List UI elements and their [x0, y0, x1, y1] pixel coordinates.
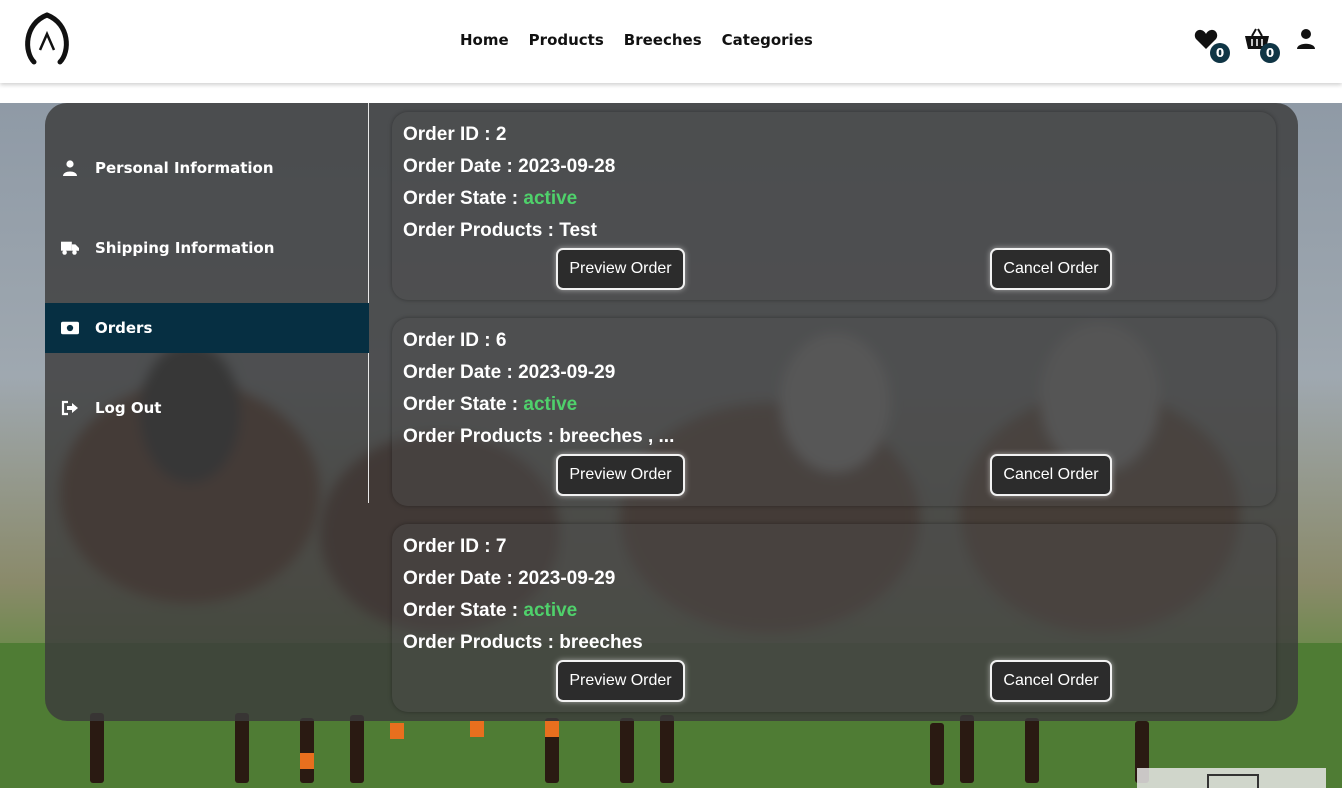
order-card: Order ID : 6 Order Date : 2023-09-29 Ord… — [392, 318, 1276, 506]
preview-order-button[interactable]: Preview Order — [556, 248, 685, 290]
user-icon — [1297, 29, 1315, 49]
order-card: Order ID : 2 Order Date : 2023-09-28 Ord… — [392, 112, 1276, 300]
horse-leg — [300, 718, 314, 783]
horse-sock — [470, 721, 484, 737]
sidebar-item-personal-information[interactable]: Personal Information — [45, 143, 369, 193]
nav-categories[interactable]: Categories — [722, 31, 813, 49]
horse-sock — [390, 723, 404, 739]
sidebar-item-orders[interactable]: Orders — [45, 303, 369, 353]
sidebar-item-label: Orders — [95, 319, 153, 337]
order-products: Order Products : breeches — [403, 632, 643, 653]
horse-leg — [90, 713, 104, 783]
sidebar-item-shipping-information[interactable]: Shipping Information — [45, 223, 369, 273]
nav-breeches[interactable]: Breeches — [624, 31, 702, 49]
order-id: Order ID : 6 — [403, 330, 507, 351]
nav-products[interactable]: Products — [529, 31, 604, 49]
order-state-prefix: Order State : — [403, 188, 524, 209]
sidebar-item-log-out[interactable]: Log Out — [45, 383, 369, 433]
cancel-order-button[interactable]: Cancel Order — [990, 454, 1112, 496]
preview-order-button[interactable]: Preview Order — [556, 454, 685, 496]
horse-leg — [660, 715, 674, 783]
order-state-value: active — [523, 600, 578, 621]
account-panel: Personal Information Shipping Informatio… — [45, 103, 1298, 721]
order-state-value: active — [523, 188, 578, 209]
nav-home[interactable]: Home — [460, 31, 509, 49]
horse-leg — [350, 715, 364, 783]
cancel-order-button[interactable]: Cancel Order — [990, 248, 1112, 290]
cart-count-badge: 0 — [1260, 43, 1280, 63]
order-id: Order ID : 2 — [403, 124, 507, 145]
preview-order-button[interactable]: Preview Order — [556, 660, 685, 702]
order-state-value: active — [523, 394, 578, 415]
site-header: Home Products Breeches Categories 0 0 — [0, 0, 1342, 83]
sidebar-item-label: Shipping Information — [95, 239, 275, 257]
order-date: Order Date : 2023-09-28 — [403, 156, 616, 177]
account-button[interactable] — [1296, 28, 1322, 54]
order-state-prefix: Order State : — [403, 600, 524, 621]
user-icon — [61, 159, 79, 177]
widget-frame-icon — [1207, 774, 1259, 788]
order-date: Order Date : 2023-09-29 — [403, 362, 616, 383]
sidebar-item-label: Log Out — [95, 399, 162, 417]
wishlist-button[interactable]: 0 — [1194, 28, 1230, 63]
floating-widget[interactable] — [1137, 768, 1326, 788]
horse-sock — [300, 753, 314, 769]
truck-icon — [61, 239, 79, 257]
horseshoe-logo-icon[interactable] — [22, 10, 72, 68]
order-state: Order State : active — [403, 188, 577, 210]
sidebar-item-label: Personal Information — [95, 159, 274, 177]
horse-leg — [1025, 718, 1039, 783]
horse-leg — [960, 715, 974, 783]
order-card: Order ID : 7 Order Date : 2023-09-29 Ord… — [392, 524, 1276, 712]
order-id: Order ID : 7 — [403, 536, 507, 557]
order-state-prefix: Order State : — [403, 394, 524, 415]
order-products: Order Products : breeches , ... — [403, 426, 675, 447]
horse-leg — [235, 713, 249, 783]
main-nav: Home Products Breeches Categories — [460, 31, 813, 49]
horse-leg — [620, 718, 634, 783]
money-icon — [61, 319, 79, 337]
cancel-order-button[interactable]: Cancel Order — [990, 660, 1112, 702]
horse-sock — [545, 721, 559, 737]
account-sidebar: Personal Information Shipping Informatio… — [45, 103, 369, 503]
horse-leg — [930, 723, 944, 785]
logout-icon — [61, 399, 79, 417]
order-products: Order Products : Test — [403, 220, 597, 241]
wishlist-count-badge: 0 — [1210, 43, 1230, 63]
order-date: Order Date : 2023-09-29 — [403, 568, 616, 589]
order-state: Order State : active — [403, 394, 577, 416]
cart-button[interactable]: 0 — [1244, 28, 1280, 63]
order-state: Order State : active — [403, 600, 577, 622]
